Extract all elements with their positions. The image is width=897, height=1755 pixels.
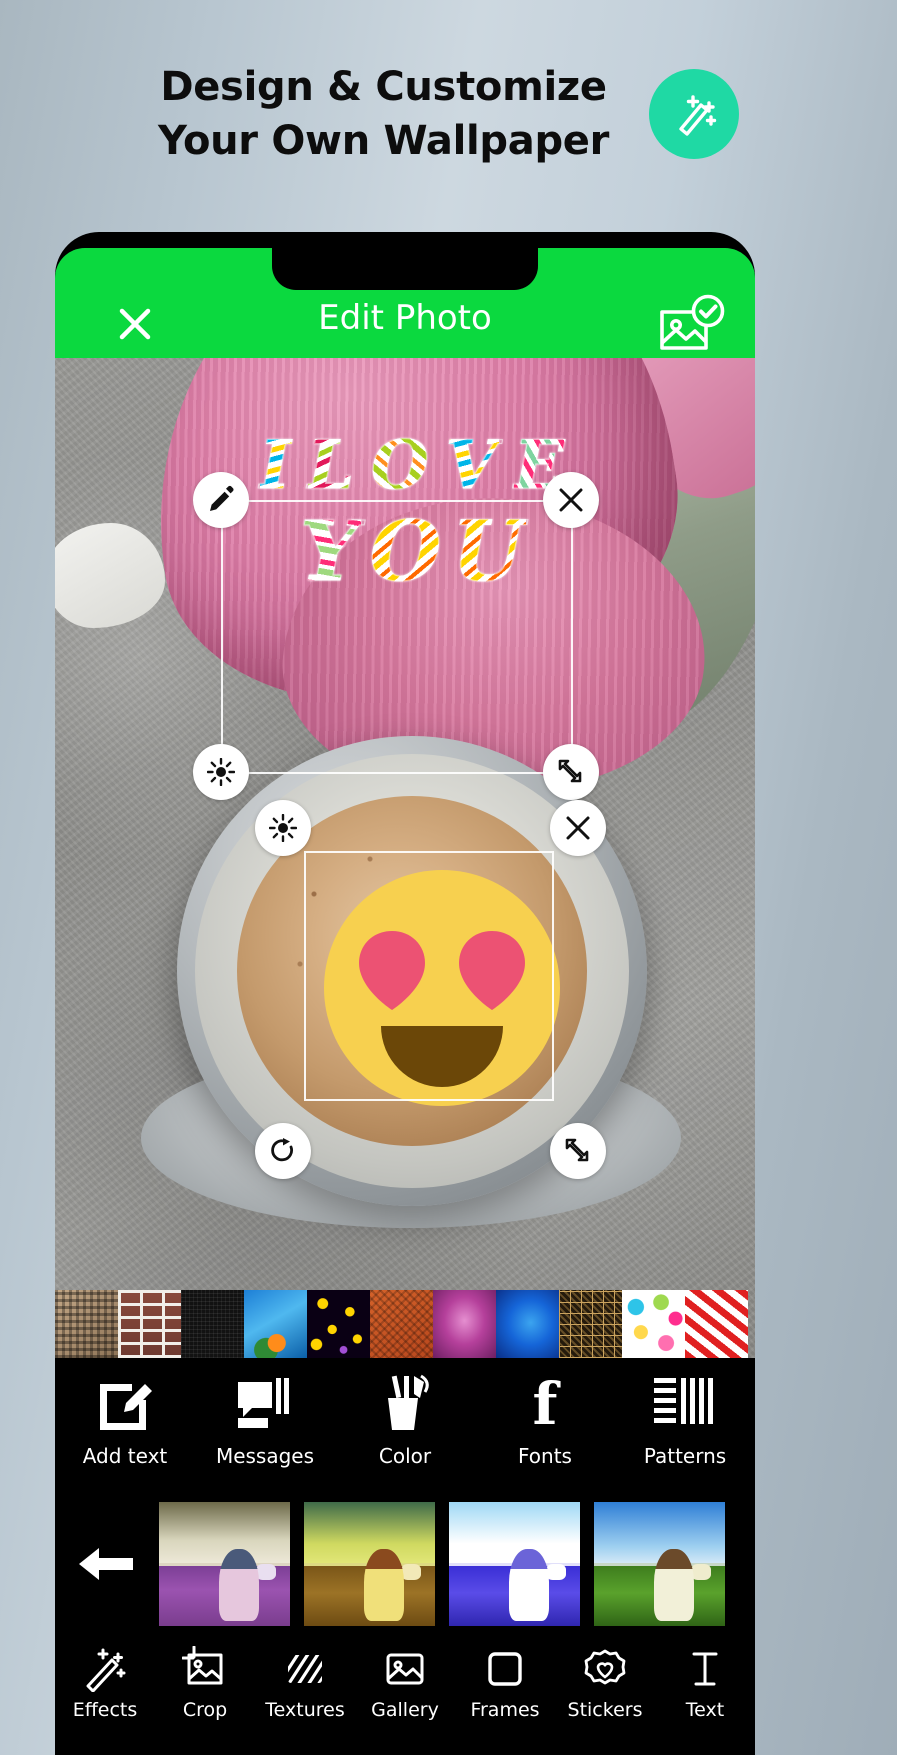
tool-fonts[interactable]: f Fonts xyxy=(486,1374,604,1468)
brightness-handle[interactable] xyxy=(193,744,249,800)
texture-blue-glow[interactable] xyxy=(496,1290,559,1358)
tool-label: Messages xyxy=(215,1444,315,1468)
arrow-left-icon[interactable] xyxy=(67,1543,145,1585)
texture-magenta-glow[interactable] xyxy=(433,1290,496,1358)
filter-thumbnail-strip[interactable] xyxy=(55,1490,755,1638)
delete-handle[interactable] xyxy=(550,800,606,856)
gallery-image-icon xyxy=(382,1646,428,1692)
nav-label: Stickers xyxy=(567,1699,643,1721)
nav-text[interactable]: Text xyxy=(659,1646,752,1721)
tool-patterns[interactable]: Patterns xyxy=(626,1374,744,1468)
phone-mockup: Edit Photo Add text Messages Color f Fon… xyxy=(55,232,755,1755)
brightness-handle[interactable] xyxy=(255,800,311,856)
promo-banner: Design & Customize Your Own Wallpaper xyxy=(0,0,897,228)
svg-text:f: f xyxy=(533,1374,562,1434)
filter-green-natural[interactable] xyxy=(594,1502,725,1626)
save-image-check-icon[interactable] xyxy=(657,294,727,356)
text-sticker-selection-box xyxy=(221,500,573,774)
filter-blue-bright[interactable] xyxy=(449,1502,580,1626)
nav-label: Frames xyxy=(470,1699,540,1721)
texture-gold-grid[interactable] xyxy=(559,1290,622,1358)
nav-frames[interactable]: Frames xyxy=(459,1646,552,1721)
promo-headline-line2: Your Own Wallpaper xyxy=(157,118,610,164)
promo-headline-line1: Design & Customize xyxy=(160,64,607,110)
tool-label: Color xyxy=(378,1444,432,1468)
tool-label: Add text xyxy=(82,1444,168,1468)
filter-sepia-yellow[interactable] xyxy=(304,1502,435,1626)
crop-image-icon xyxy=(182,1646,228,1692)
tool-color[interactable]: Color xyxy=(346,1374,464,1468)
diagonal-lines-icon xyxy=(282,1646,328,1692)
filter-purple[interactable] xyxy=(159,1502,290,1626)
magic-wand-icon xyxy=(649,69,740,159)
magic-wand-icon xyxy=(82,1646,128,1692)
edit-handle[interactable] xyxy=(193,472,249,528)
add-text-icon xyxy=(94,1374,156,1434)
emoji-sticker-selection-box xyxy=(304,851,554,1101)
color-icon xyxy=(374,1374,436,1434)
nav-gallery[interactable]: Gallery xyxy=(359,1646,452,1721)
texture-tropical[interactable] xyxy=(244,1290,307,1358)
tool-add-text[interactable]: Add text xyxy=(66,1374,184,1468)
messages-icon xyxy=(234,1374,296,1434)
nav-textures[interactable]: Textures xyxy=(259,1646,352,1721)
nav-label: Effects xyxy=(72,1699,138,1721)
page-title: Edit Photo xyxy=(318,298,492,338)
texture-burlap[interactable] xyxy=(55,1290,118,1358)
square-frame-icon xyxy=(482,1646,528,1692)
phone-notch xyxy=(272,248,538,290)
nav-label: Crop xyxy=(182,1699,228,1721)
tool-label: Fonts xyxy=(518,1444,572,1468)
text-cursor-icon xyxy=(682,1646,728,1692)
resize-handle[interactable] xyxy=(550,1123,606,1179)
rotate-handle[interactable] xyxy=(255,1123,311,1179)
texture-red-stripes[interactable] xyxy=(685,1290,748,1358)
heart-badge-icon xyxy=(582,1646,628,1692)
texture-black-mesh[interactable] xyxy=(181,1290,244,1358)
bottom-navigation: Effects Crop Textures Gallery Frames Sti… xyxy=(55,1638,755,1755)
promo-headline: Design & Customize Your Own Wallpaper xyxy=(158,60,609,168)
patterns-icon xyxy=(652,1374,718,1434)
delete-handle[interactable] xyxy=(543,472,599,528)
texture-brick[interactable] xyxy=(118,1290,181,1358)
photo-canvas[interactable]: I L O V E Y O U xyxy=(55,358,755,1358)
fonts-icon: f xyxy=(514,1374,576,1434)
nav-effects[interactable]: Effects xyxy=(59,1646,152,1721)
nav-stickers[interactable]: Stickers xyxy=(559,1646,652,1721)
nav-label: Textures xyxy=(265,1699,345,1721)
tool-messages[interactable]: Messages xyxy=(206,1374,324,1468)
texture-thumbnail-strip[interactable] xyxy=(55,1290,755,1358)
nav-label: Gallery xyxy=(371,1699,439,1721)
nav-crop[interactable]: Crop xyxy=(159,1646,252,1721)
texture-leather[interactable] xyxy=(370,1290,433,1358)
resize-handle[interactable] xyxy=(543,744,599,800)
texture-stars[interactable] xyxy=(307,1290,370,1358)
tool-label: Patterns xyxy=(643,1444,727,1468)
nav-label: Text xyxy=(685,1699,725,1721)
texture-hearts[interactable] xyxy=(622,1290,685,1358)
app-bar: Edit Photo xyxy=(55,248,755,358)
